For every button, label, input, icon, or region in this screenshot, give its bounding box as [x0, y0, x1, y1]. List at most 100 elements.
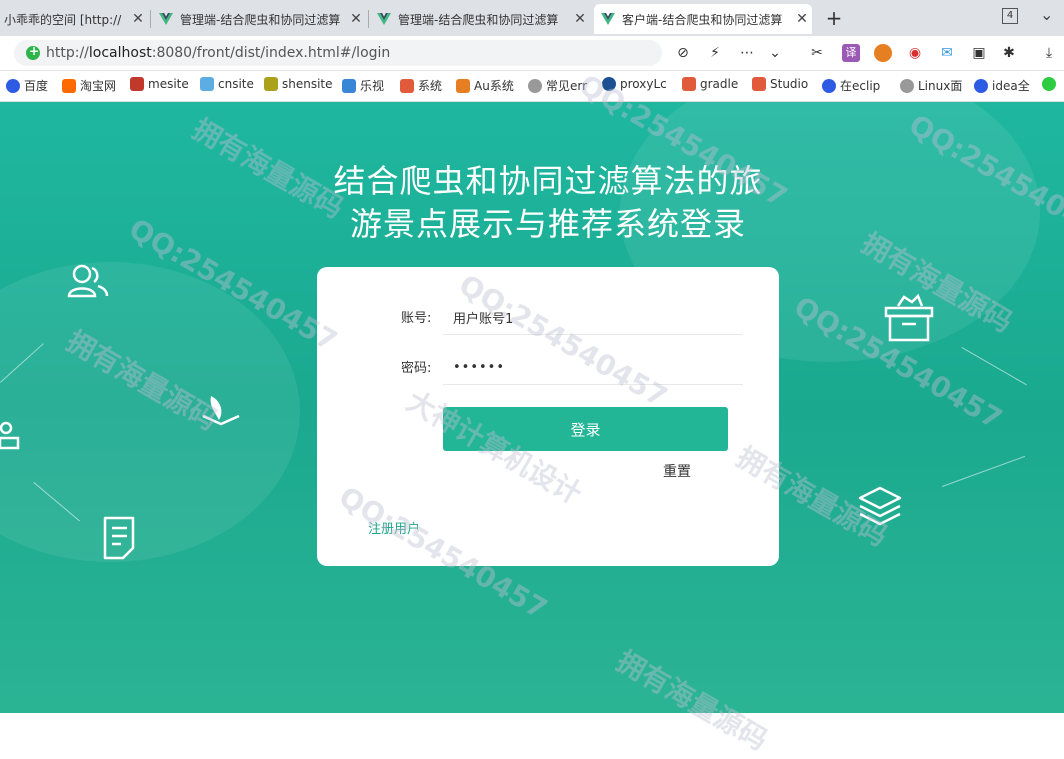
chevron-down-icon[interactable]: ⌄: [766, 44, 784, 62]
bookmark-label: cnsite: [218, 77, 254, 91]
download-icon[interactable]: ⤓: [1040, 44, 1058, 62]
bookmark-icon: [1042, 77, 1056, 91]
tab-label: 客户端-结合爬虫和协同过滤算: [622, 11, 792, 28]
bookmark-au-xitong[interactable]: Au系统: [456, 77, 514, 94]
screenshot-icon[interactable]: ▣: [970, 44, 988, 62]
bookmark-icon: [200, 77, 214, 91]
translate-icon[interactable]: 译: [842, 44, 860, 62]
bookmark-label: shensite: [282, 77, 333, 91]
bookmark-icon: [682, 77, 696, 91]
new-tab-icon[interactable]: +: [822, 6, 846, 30]
bookmark-shensite[interactable]: shensite: [264, 77, 333, 91]
vue-logo-icon: [158, 11, 174, 27]
close-icon[interactable]: ✕: [346, 11, 366, 27]
bookmarks-bar: 百度 淘宝网 mesite cnsite shensite 乐视 系统 Au系统…: [0, 71, 1064, 102]
tab-admin-2[interactable]: 管理端-结合爬虫和协同过滤算 ✕: [370, 4, 590, 34]
bookmark-label: idea全: [992, 77, 1030, 94]
bookmark-icon: [974, 79, 988, 93]
bookmark-icon: [130, 77, 144, 91]
tab-client-active[interactable]: 客户端-结合爬虫和协同过滤算 ✕: [594, 4, 812, 34]
url-field[interactable]: http://localhost:8080/front/dist/index.h…: [14, 40, 662, 66]
bookmark-icon: [264, 77, 278, 91]
decor-line: [962, 347, 1027, 385]
document-icon: [101, 514, 145, 562]
scissors-icon[interactable]: ✂: [808, 44, 826, 62]
page-title-line-2: 游景点展示与推荐系统登录: [300, 203, 796, 246]
bookmark-eclipse[interactable]: 在eclip: [822, 77, 880, 94]
bookmark-icon: [342, 79, 356, 93]
extension-icon[interactable]: ✱: [1000, 44, 1018, 62]
bookmark-icon: [6, 79, 20, 93]
address-bar-row: http://localhost:8080/front/dist/index.h…: [0, 36, 1064, 71]
more-icon[interactable]: ⋯: [738, 44, 756, 62]
vue-logo-icon: [600, 11, 616, 27]
bookmark-leshi[interactable]: 乐视: [342, 77, 384, 94]
tab-count-badge[interactable]: 4: [1002, 8, 1018, 24]
bookmark-label: 在eclip: [840, 77, 880, 94]
bookmark-icon: [752, 77, 766, 91]
account-label: 账号:: [401, 307, 431, 326]
bookmark-label: 百度: [24, 77, 48, 94]
block-icon[interactable]: ⊘: [674, 44, 692, 62]
bookmark-proxy[interactable]: proxyLc: [602, 77, 667, 91]
bookmark-icon: [400, 79, 414, 93]
bookmark-baidu[interactable]: 百度: [6, 77, 48, 94]
bookmark-icon: [602, 77, 616, 91]
tab-divider: [368, 10, 369, 28]
browser-tab-bar: 小乖乖的空间 [http:// ✕ 管理端-结合爬虫和协同过滤算 ✕ 管理端-结…: [0, 0, 1064, 36]
bookmark-cnsite[interactable]: cnsite: [200, 77, 254, 91]
bookmark-label: gradle: [700, 77, 738, 91]
decor-line: [942, 456, 1025, 487]
register-link[interactable]: 注册用户: [368, 518, 420, 537]
url-path: :8080/front/dist/index.html#/login: [152, 45, 391, 61]
reset-button[interactable]: 重置: [663, 461, 691, 481]
password-input[interactable]: ••••••: [443, 351, 743, 385]
bookmark-label: Linux面: [918, 77, 962, 94]
login-button[interactable]: 登录: [443, 407, 728, 451]
password-label: 密码:: [401, 357, 431, 376]
bookmark-label: Au系统: [474, 77, 514, 94]
bookmark-label: proxyLc: [620, 77, 667, 91]
close-icon[interactable]: ✕: [792, 11, 812, 27]
bookmark-studio[interactable]: Studio: [752, 77, 808, 91]
bookmark-label: 淘宝网: [80, 77, 116, 94]
lightning-icon[interactable]: ⚡: [706, 44, 724, 62]
bookmark-icon: [456, 79, 470, 93]
weibo-icon[interactable]: ◉: [906, 44, 924, 62]
bookmark-taobao[interactable]: 淘宝网: [62, 77, 116, 94]
stamp-icon: [0, 416, 22, 454]
bookmark-label: 乐视: [360, 77, 384, 94]
account-input[interactable]: 用户账号1: [443, 301, 743, 335]
bookmark-idea[interactable]: idea全: [974, 77, 1030, 94]
page-title: 结合爬虫和协同过滤算法的旅 游景点展示与推荐系统登录: [300, 160, 796, 246]
book-quill-icon: [197, 390, 245, 434]
close-icon[interactable]: ✕: [570, 11, 590, 27]
close-icon[interactable]: ✕: [128, 11, 148, 27]
login-card: 账号: 用户账号1 密码: •••••• 登录 重置 注册用户: [317, 267, 779, 566]
fox-icon[interactable]: [874, 44, 892, 62]
tab-qzone[interactable]: 小乖乖的空间 [http:// ✕: [0, 4, 148, 34]
bookmark-icon: [900, 79, 914, 93]
tab-label: 管理端-结合爬虫和协同过滤算: [398, 11, 570, 28]
bookmark-xitong[interactable]: 系统: [400, 77, 442, 94]
tab-admin-1[interactable]: 管理端-结合爬虫和协同过滤算 ✕: [152, 4, 366, 34]
archive-box-icon: [882, 294, 936, 344]
wechat-icon[interactable]: [1042, 77, 1060, 91]
url-scheme: http://: [46, 45, 89, 61]
bookmark-label: 常见err: [546, 77, 587, 94]
chevron-down-icon[interactable]: ⌄: [1040, 5, 1053, 24]
bookmark-linux[interactable]: Linux面: [900, 77, 962, 94]
bookmark-err[interactable]: 常见err: [528, 77, 587, 94]
users-icon: [66, 260, 110, 300]
mail-icon[interactable]: ✉: [938, 44, 956, 62]
bookmark-gradle[interactable]: gradle: [682, 77, 738, 91]
layers-icon: [856, 484, 904, 530]
tab-divider: [150, 10, 151, 28]
login-page-background: 结合爬虫和协同过滤算法的旅 游景点展示与推荐系统登录 账号: 用户账号1 密码:…: [0, 102, 1064, 713]
tab-label: 管理端-结合爬虫和协同过滤算: [180, 11, 346, 28]
bookmark-icon: [528, 79, 542, 93]
bookmark-mesite[interactable]: mesite: [130, 77, 189, 91]
url-host: localhost: [89, 45, 152, 61]
bookmark-label: 系统: [418, 77, 442, 94]
background-glow: [0, 262, 300, 562]
